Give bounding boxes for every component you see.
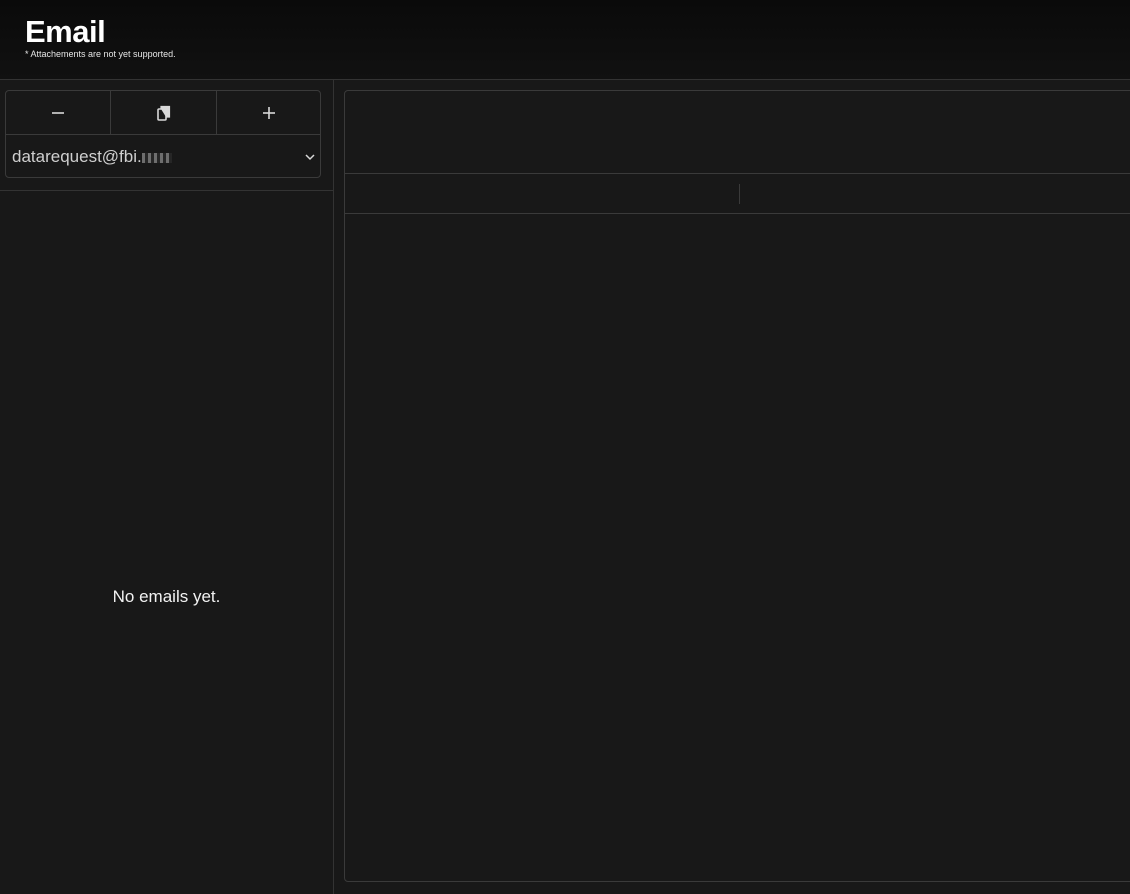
add-account-button[interactable] [217, 91, 321, 134]
chevron-down-icon [305, 154, 315, 161]
account-select-value: datarequest@fbi. [12, 147, 172, 167]
minus-icon [52, 111, 64, 114]
meta-divider [739, 184, 740, 204]
app-header: Email * Attachements are not yet support… [0, 0, 1130, 80]
copy-address-button[interactable] [111, 91, 217, 134]
email-body [345, 214, 1130, 881]
sidebar-divider [0, 190, 333, 191]
redacted-domain [141, 152, 172, 163]
email-viewer [344, 90, 1130, 882]
attachments-note: * Attachements are not yet supported. [25, 49, 176, 59]
remove-account-button[interactable] [6, 91, 111, 134]
email-meta-row [345, 174, 1130, 214]
page-title: Email [25, 14, 106, 49]
email-subject-area [345, 91, 1130, 174]
plus-icon [263, 106, 275, 119]
email-sidebar: datarequest@fbi. No emails yet. [0, 80, 334, 894]
copy-icon [156, 105, 170, 121]
account-select[interactable]: datarequest@fbi. [6, 135, 320, 178]
empty-state-message: No emails yet. [112, 587, 221, 606]
account-toolbar: datarequest@fbi. [5, 90, 321, 178]
